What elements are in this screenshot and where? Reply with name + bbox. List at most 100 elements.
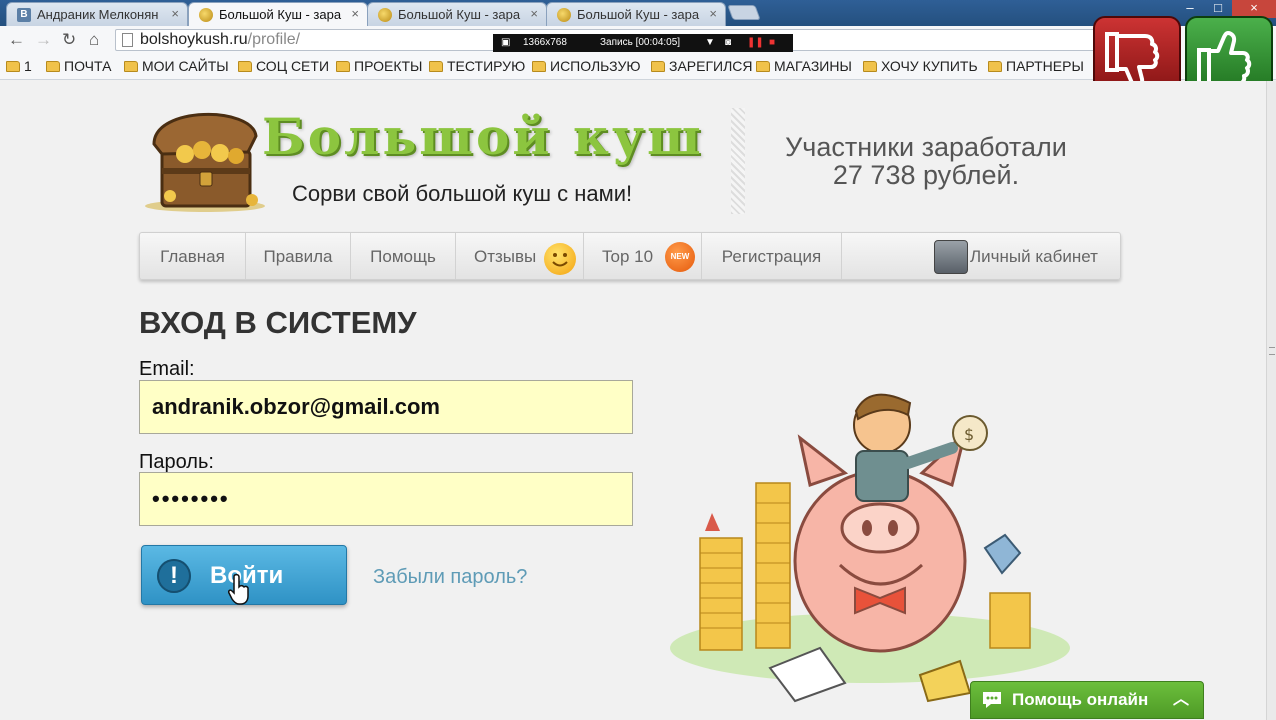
recorder-resolution: 1366x768 [523, 37, 567, 48]
svg-text:$: $ [964, 425, 974, 444]
home-icon[interactable]: ⌂ [89, 30, 99, 50]
earned-amount: 27 738 рублей. [832, 160, 1020, 190]
nav-label: Отзывы [474, 247, 537, 266]
nav-cabinet[interactable]: Личный кабинет [930, 233, 1120, 279]
folder-icon [336, 61, 350, 72]
folder-icon [429, 61, 443, 72]
tab-title: Большой Куш - зара [398, 7, 521, 22]
vk-icon: В [17, 8, 31, 22]
forgot-password-link[interactable]: Забыли пароль? [373, 566, 527, 589]
browser-tabstrip: В Андраник Мелконян × Большой Куш - зара… [0, 0, 1276, 26]
close-icon[interactable]: × [171, 6, 179, 21]
bookmarks-bar: 1 ПОЧТА МОИ САЙТЫ СОЦ СЕТИ ПРОЕКТЫ ТЕСТИ… [0, 54, 1276, 80]
site-logo-text[interactable]: Большой куш [262, 107, 704, 166]
bookmark-label: ПОЧТА [64, 58, 112, 74]
help-online-widget[interactable]: Помощь онлайн ︿ [970, 681, 1204, 719]
browser-tab-active[interactable]: Большой Куш - зара × [188, 2, 368, 26]
folder-icon [6, 61, 20, 72]
pause-icon[interactable]: ❚❚ [747, 34, 764, 52]
browser-tab[interactable]: Большой Куш - зара × [367, 2, 547, 26]
url-host: bolshoykush.ru [140, 31, 248, 48]
folder-icon [532, 61, 546, 72]
bookmark-folder[interactable]: ИСПОЛЬЗУЮ [530, 58, 641, 74]
coin-icon [199, 8, 213, 22]
bookmark-label: ИСПОЛЬЗУЮ [550, 58, 641, 74]
new-badge: NEW [665, 242, 695, 272]
page-content: Большой куш Сорви свой большой куш с нам… [0, 81, 1266, 720]
email-field[interactable] [139, 380, 633, 434]
nav-label: Главная [160, 247, 225, 266]
screen: В Андраник Мелконян × Большой Куш - зара… [0, 0, 1276, 720]
page-scrollbar[interactable] [1266, 81, 1276, 720]
forward-icon[interactable]: → [35, 30, 52, 50]
nav-reviews[interactable]: Отзывы [456, 233, 584, 279]
bookmark-folder[interactable]: МАГАЗИНЫ [754, 58, 852, 74]
password-label: Пароль: [139, 451, 214, 473]
login-title: ВХОД В СИСТЕМУ [139, 305, 417, 340]
email-label: Email: [139, 358, 195, 380]
bookmark-folder[interactable]: СОЦ СЕТИ [236, 58, 329, 74]
piggy-bank-illustration: $ [670, 393, 1070, 703]
chat-icon [983, 692, 1001, 708]
page-icon [122, 33, 133, 47]
bookmark-folder[interactable]: ПРОЕКТЫ [334, 58, 422, 74]
earned-caption: Участники заработали [785, 132, 1067, 162]
tab-title: Большой Куш - зара [219, 7, 342, 22]
smiley-icon [544, 243, 576, 275]
header-divider [731, 108, 745, 214]
bookmark-folder[interactable]: ТЕСТИРУЮ [427, 58, 525, 74]
new-tab-button[interactable] [727, 5, 761, 20]
main-nav: Главная Правила Помощь Отзывы Top 10 NEW… [139, 232, 1121, 280]
folder-icon [124, 61, 138, 72]
bookmark-label: ЗАРЕГИЛСЯ [669, 58, 753, 74]
treasure-chest-logo [145, 112, 265, 212]
nav-label: Top 10 [602, 247, 654, 266]
nav-home[interactable]: Главная [140, 233, 246, 279]
password-field[interactable] [139, 472, 633, 526]
browser-tab[interactable]: Большой Куш - зара × [546, 2, 726, 26]
bookmark-label: ПАРТНЕРЫ [1006, 58, 1084, 74]
tab-title: Андраник Мелконян [37, 7, 159, 22]
bookmark-label: МОИ САЙТЫ [142, 58, 229, 74]
stop-icon[interactable]: ■ [769, 34, 775, 52]
bookmark-label: ХОЧУ КУПИТЬ [881, 58, 978, 74]
camera-icon[interactable]: ◙ [725, 34, 731, 52]
nav-rules[interactable]: Правила [246, 233, 351, 279]
hand-cursor-icon [228, 573, 249, 605]
exclamation-icon: ! [157, 559, 191, 593]
nav-register[interactable]: Регистрация [702, 233, 842, 279]
bookmark-folder[interactable]: МОИ САЙТЫ [122, 58, 229, 74]
reload-icon[interactable]: ↻ [62, 30, 76, 50]
bookmark-folder[interactable]: ХОЧУ КУПИТЬ [861, 58, 978, 74]
site-tagline: Сорви свой большой куш с нами! [292, 181, 633, 206]
bookmark-label: ПРОЕКТЫ [354, 58, 423, 74]
close-icon[interactable]: × [351, 6, 359, 21]
back-icon[interactable]: ← [8, 30, 25, 50]
folder-icon [238, 61, 252, 72]
scrollbar-grip[interactable] [1269, 347, 1275, 355]
bookmark-label: ТЕСТИРУЮ [447, 58, 526, 74]
folder-icon [988, 61, 1002, 72]
folder-icon [863, 61, 877, 72]
bookmark-folder[interactable]: ПОЧТА [44, 58, 111, 74]
nav-label: Личный кабинет [970, 247, 1098, 266]
bookmark-folder[interactable]: ЗАРЕГИЛСЯ [649, 58, 753, 74]
bookmark-folder[interactable]: 1 [4, 58, 32, 74]
bookmark-folder[interactable]: ПАРТНЕРЫ [986, 58, 1084, 74]
close-icon[interactable]: × [709, 6, 717, 21]
bookmark-label: СОЦ СЕТИ [256, 58, 330, 74]
dropdown-icon[interactable]: ▼ [705, 34, 715, 52]
chevron-up-icon[interactable]: ︿ [1173, 682, 1189, 718]
coin-icon [378, 8, 392, 22]
close-icon[interactable]: × [530, 6, 538, 21]
folder-icon [756, 61, 770, 72]
coin-icon [557, 8, 571, 22]
folder-icon [46, 61, 60, 72]
nav-label: Регистрация [721, 247, 822, 266]
nav-top10[interactable]: Top 10 NEW [584, 233, 702, 279]
nav-label: Правила [263, 247, 333, 266]
browser-tab[interactable]: В Андраник Мелконян × [6, 2, 188, 26]
recorder-bar: ▣ 1366x768 Запись [00:04:05] ▼ ◙ ❚❚ ■ [493, 34, 793, 52]
help-online-label: Помощь онлайн [1012, 690, 1149, 709]
nav-help[interactable]: Помощь [351, 233, 456, 279]
